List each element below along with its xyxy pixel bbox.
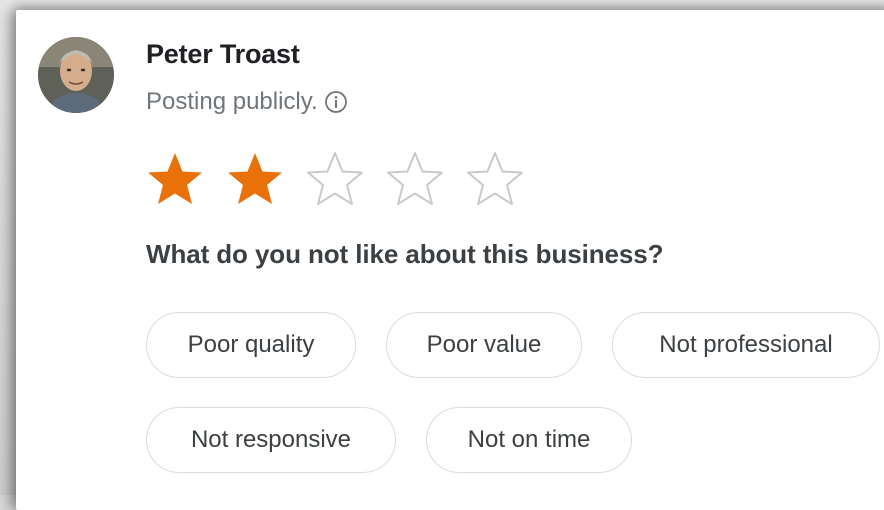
chip-not-responsive[interactable]: Not responsive (146, 407, 396, 473)
star-2-filled-icon[interactable] (226, 150, 284, 208)
avatar[interactable] (38, 37, 114, 113)
star-4-empty-icon[interactable] (386, 150, 444, 208)
posting-status: Posting publicly. (146, 88, 348, 116)
user-name: Peter Troast (146, 39, 300, 69)
chip-poor-quality[interactable]: Poor quality (146, 312, 356, 378)
chip-not-professional[interactable]: Not professional (612, 312, 880, 378)
star-3-empty-icon[interactable] (306, 150, 364, 208)
posting-status-text: Posting publicly. (146, 88, 318, 115)
review-card: Peter Troast Posting publicly. What do y… (16, 10, 884, 510)
star-1-filled-icon[interactable] (146, 150, 204, 208)
user-avatar-icon (38, 37, 114, 113)
chip-not-on-time[interactable]: Not on time (426, 407, 632, 473)
question-heading: What do you not like about this business… (146, 239, 664, 269)
star-rating (146, 150, 524, 208)
star-5-empty-icon[interactable] (466, 150, 524, 208)
chip-poor-value[interactable]: Poor value (386, 312, 582, 378)
info-icon[interactable] (324, 90, 348, 114)
